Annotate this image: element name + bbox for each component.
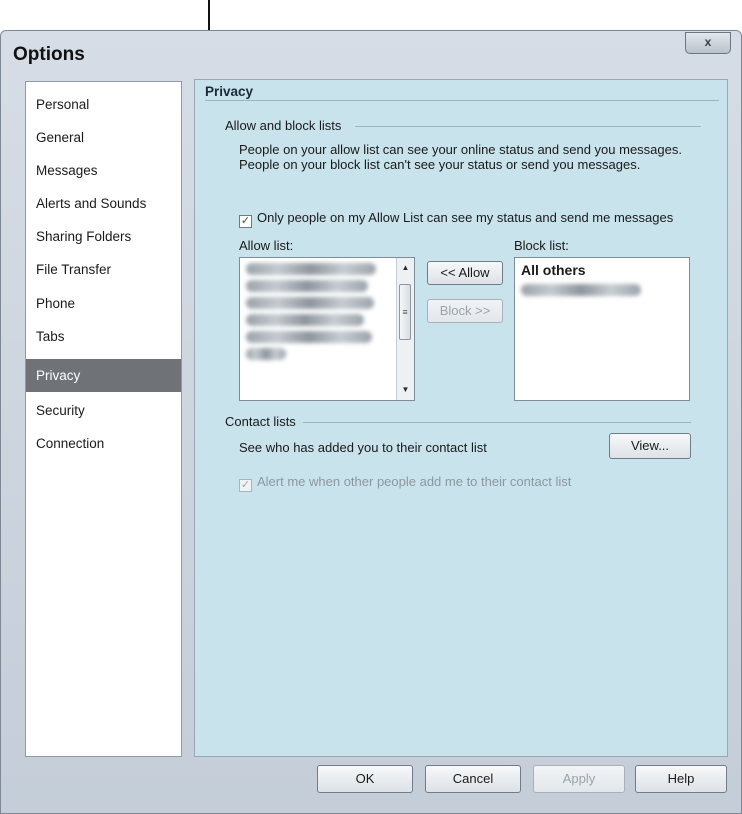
group-divider [303,422,691,423]
list-item[interactable] [246,348,286,360]
sidebar-item-general[interactable]: General [26,121,181,154]
arrow-up-icon[interactable]: ▲ [397,260,414,276]
sidebar-item-sharing-folders[interactable]: Sharing Folders [26,220,181,253]
close-icon[interactable]: x [685,32,731,54]
section-divider [205,100,719,101]
list-item[interactable] [246,331,372,343]
sidebar-item-messages[interactable]: Messages [26,154,181,187]
ok-button[interactable]: OK [317,765,413,793]
help-button[interactable]: Help [635,765,727,793]
view-button[interactable]: View... [609,433,691,459]
sidebar-item-connection[interactable]: Connection [26,427,181,460]
allow-list[interactable]: ▲ ≡ ▼ [239,257,415,401]
dialog-title: Options [13,44,85,65]
arrow-down-icon[interactable]: ▼ [397,382,414,398]
sidebar-item-tabs[interactable]: Tabs [26,320,181,353]
allow-only-checkbox-row[interactable]: ✓ Only people on my Allow List can see my… [239,210,673,228]
alert-checkbox[interactable]: ✓ [239,479,252,492]
dialog-footer: OK Cancel Apply Help [1,761,741,813]
list-item[interactable] [246,263,376,275]
allow-only-label: Only people on my Allow List can see my … [257,210,674,225]
list-item[interactable] [521,284,641,296]
block-list-label: Block list: [514,238,569,253]
group-divider [355,126,701,127]
allow-list-label: Allow list: [239,238,294,253]
list-item[interactable] [246,314,364,326]
options-dialog: Options x Personal General Messages Aler… [0,30,742,814]
sidebar-item-file-transfer[interactable]: File Transfer [26,253,181,286]
scroll-thumb[interactable]: ≡ [399,284,411,340]
sidebar-item-privacy[interactable]: Privacy [26,359,181,392]
sidebar-item-alerts-and-sounds[interactable]: Alerts and Sounds [26,187,181,220]
sidebar-item-security[interactable]: Security [26,394,181,427]
alert-checkbox-label: Alert me when other people add me to the… [257,474,572,489]
title-bar: Options x [1,31,741,65]
privacy-description: People on your allow list can see your o… [239,142,682,172]
list-item[interactable] [246,297,374,309]
allow-block-group-label: Allow and block lists [225,118,342,133]
allow-button[interactable]: << Allow [427,261,503,285]
block-list-heading[interactable]: All others [521,262,689,278]
apply-button[interactable]: Apply [533,765,625,793]
section-title: Privacy [205,84,254,99]
list-item[interactable] [246,280,368,292]
cancel-button[interactable]: Cancel [425,765,521,793]
alert-checkbox-row[interactable]: ✓ Alert me when other people add me to th… [239,474,571,492]
block-list[interactable]: All others [514,257,690,401]
contact-list-text: See who has added you to their contact l… [239,440,487,455]
block-button[interactable]: Block >> [427,299,503,323]
category-sidebar: Personal General Messages Alerts and Sou… [25,81,182,757]
privacy-panel: Privacy Allow and block lists People on … [194,79,728,757]
contact-lists-group-label: Contact lists [225,414,296,429]
sidebar-item-personal[interactable]: Personal [26,88,181,121]
allow-only-checkbox[interactable]: ✓ [239,215,252,228]
sidebar-item-phone[interactable]: Phone [26,287,181,320]
allow-list-scrollbar[interactable]: ▲ ≡ ▼ [396,258,414,400]
